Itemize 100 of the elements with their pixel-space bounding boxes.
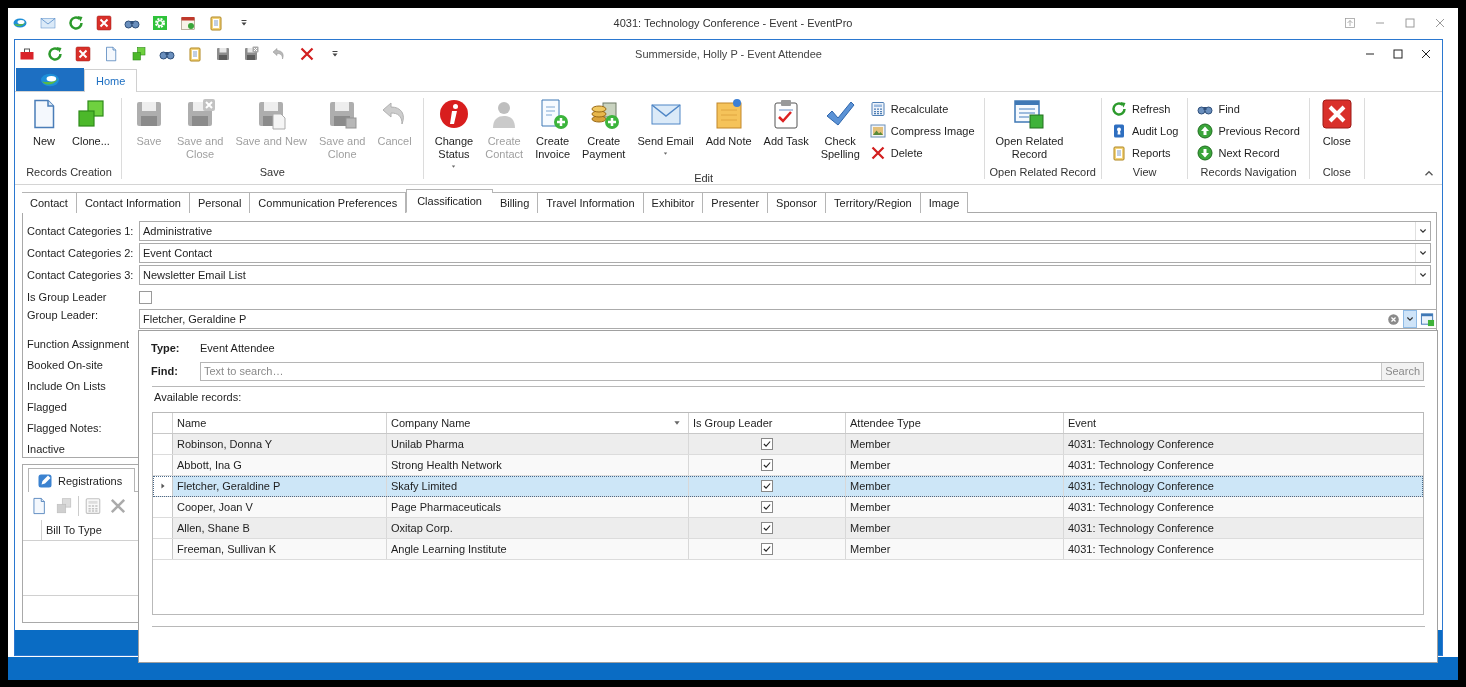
ribbon-button[interactable]: Reports xyxy=(1106,142,1183,164)
ribbon-button[interactable]: Audit Log xyxy=(1106,120,1183,142)
field-label: Flagged xyxy=(27,400,68,413)
dropdown-field[interactable]: Newsletter Email List xyxy=(139,265,1431,285)
record-tab[interactable]: Communication Preferences xyxy=(250,192,407,213)
ribbon-button[interactable]: Compress Image xyxy=(865,120,979,142)
ribbon-button[interactable]: Close xyxy=(1314,98,1359,148)
maximize-icon[interactable] xyxy=(1390,46,1406,62)
refresh-icon[interactable] xyxy=(68,15,84,31)
undo-icon[interactable] xyxy=(271,46,287,62)
ribbon-button[interactable]: Recalculate xyxy=(865,98,979,120)
table-row[interactable]: Allen, Shane B Oxitap Corp. Member 4031: Technology Conference xyxy=(153,518,1423,539)
dropdown-button[interactable] xyxy=(1403,310,1417,328)
checkbox[interactable] xyxy=(139,290,152,304)
calendar-icon[interactable] xyxy=(180,15,196,31)
table-cell: Member xyxy=(846,518,1064,538)
ribbon-button[interactable]: Open Related Record xyxy=(989,98,1070,161)
ribbon-button[interactable]: Change Status xyxy=(428,98,480,171)
ribbon-button[interactable]: Check Spelling xyxy=(814,98,866,161)
ribbon-button[interactable]: New xyxy=(22,98,66,148)
row-header[interactable] xyxy=(153,476,173,496)
group-label: View xyxy=(1131,165,1158,179)
ribbon-tab[interactable]: Home xyxy=(84,69,138,92)
table-cell: Page Pharmaceuticals xyxy=(387,497,689,517)
table-cell-text: 4031: Technology Conference xyxy=(1067,500,1215,515)
field-label: Group Leader: xyxy=(27,309,99,321)
table-row[interactable]: Cooper, Joan V Page Pharmaceuticals Member 4031: Technology Conference xyxy=(153,497,1423,518)
field-label: Flagged Notes: xyxy=(27,421,103,434)
ribbon-button[interactable]: Create Payment xyxy=(576,98,632,161)
window-icon xyxy=(1013,98,1046,130)
delete-icon[interactable] xyxy=(299,46,315,62)
ribbon-button[interactable]: Add Task xyxy=(757,98,815,148)
table-cell: Member xyxy=(846,539,1064,559)
window-icon[interactable] xyxy=(1420,311,1435,327)
window-title: Summerside, Holly P - Event Attendee xyxy=(635,48,822,60)
ribbon-button[interactable]: Clone... xyxy=(66,98,116,148)
close-icon xyxy=(1320,98,1353,130)
field-label: Contact Categories 2: xyxy=(27,247,135,259)
panel-tab[interactable]: Registrations xyxy=(28,468,136,492)
lookup-field[interactable]: Fletcher, Geraldine P xyxy=(139,309,1437,329)
record-tab[interactable]: Contact xyxy=(22,192,77,213)
table-cell: Member xyxy=(846,434,1064,454)
table-row[interactable]: Freeman, Sullivan K Angle Learning Institute Member 4031: Technology Conference xyxy=(153,539,1423,560)
field-label: Include On Lists xyxy=(27,379,107,392)
table-cell-text: 4031: Technology Conference xyxy=(1067,542,1215,557)
envelope-icon[interactable] xyxy=(40,15,56,31)
table-row[interactable]: Fletcher, Geraldine P Skafy Limited Member 4031: Technology Conference xyxy=(153,476,1423,497)
calculator-icon xyxy=(869,101,886,117)
cubes-icon[interactable] xyxy=(131,46,147,62)
record-tab[interactable]: Territory/Region xyxy=(826,192,921,213)
refresh-icon[interactable] xyxy=(47,46,63,62)
field-label: Contact Categories 3: xyxy=(27,269,135,281)
ribbon-button[interactable]: Previous Record xyxy=(1193,120,1304,142)
column-header[interactable]: Company Name xyxy=(387,413,689,433)
ribbon-button[interactable]: Create Invoice xyxy=(529,98,576,161)
ribbon-button[interactable]: Refresh xyxy=(1106,98,1183,120)
record-tab[interactable]: Exhibitor xyxy=(643,192,704,213)
record-tab[interactable]: Classification xyxy=(406,189,493,213)
delete-icon xyxy=(869,145,886,161)
field-label: Contact Categories 1: xyxy=(27,225,135,237)
table-cell: Angle Learning Institute xyxy=(387,539,689,559)
record-tab[interactable]: Presenter xyxy=(703,192,769,213)
page-icon[interactable] xyxy=(103,46,119,62)
window-title: 4031: Technology Conference - Event - EventPro xyxy=(613,17,853,29)
page-icon xyxy=(30,497,48,515)
column-header[interactable]: Attendee Type xyxy=(846,413,1064,433)
clipboard-icon[interactable] xyxy=(208,15,224,31)
record-tab[interactable]: Image xyxy=(920,192,969,213)
restore-icon[interactable] xyxy=(1342,15,1358,31)
column-header[interactable]: Name xyxy=(173,413,387,433)
delete-icon xyxy=(109,497,127,515)
table-cell: Member xyxy=(846,497,1064,517)
dropdown-field[interactable]: Event Contact xyxy=(139,243,1431,263)
column-header[interactable]: Event xyxy=(1064,413,1423,433)
group-label: Open Related Record xyxy=(989,165,1096,179)
record-tab[interactable]: Contact Information xyxy=(76,192,190,213)
ribbon-button[interactable]: Next Record xyxy=(1193,142,1304,164)
toolbox-icon[interactable] xyxy=(19,46,35,62)
ribbon-button[interactable]: Add Note xyxy=(699,98,758,148)
cubes-icon xyxy=(55,497,73,515)
field-label: Booked On-site xyxy=(27,358,104,371)
gear-icon[interactable] xyxy=(152,15,168,31)
column-header[interactable]: Bill To Type xyxy=(41,520,102,540)
record-tab[interactable]: Personal xyxy=(189,192,251,213)
group-label: Close xyxy=(1321,165,1352,179)
table-row[interactable]: Abbott, Ina G Strong Health Network Member 4031: Technology Conference xyxy=(153,455,1423,476)
record-tab[interactable]: Travel Information xyxy=(538,192,644,213)
ribbon-button[interactable]: Find xyxy=(1193,98,1304,120)
clipboard-icon[interactable] xyxy=(187,46,203,62)
table-cell: Member xyxy=(846,455,1064,475)
group-label: Records Creation xyxy=(25,165,113,179)
info-icon xyxy=(437,98,470,130)
record-tab[interactable]: Billing xyxy=(491,192,539,213)
clear-icon[interactable] xyxy=(1387,312,1400,326)
dropdown-field[interactable]: Administrative xyxy=(139,221,1431,241)
record-tab[interactable]: Sponsor xyxy=(768,192,827,213)
column-header[interactable]: Is Group Leader xyxy=(689,413,846,433)
ribbon-button[interactable]: Delete xyxy=(865,142,979,164)
table-row[interactable]: Robinson, Donna Y Unilab Pharma Member 4031: Technology Conference xyxy=(153,434,1423,455)
ribbon-button[interactable]: Send Email xyxy=(631,98,700,158)
